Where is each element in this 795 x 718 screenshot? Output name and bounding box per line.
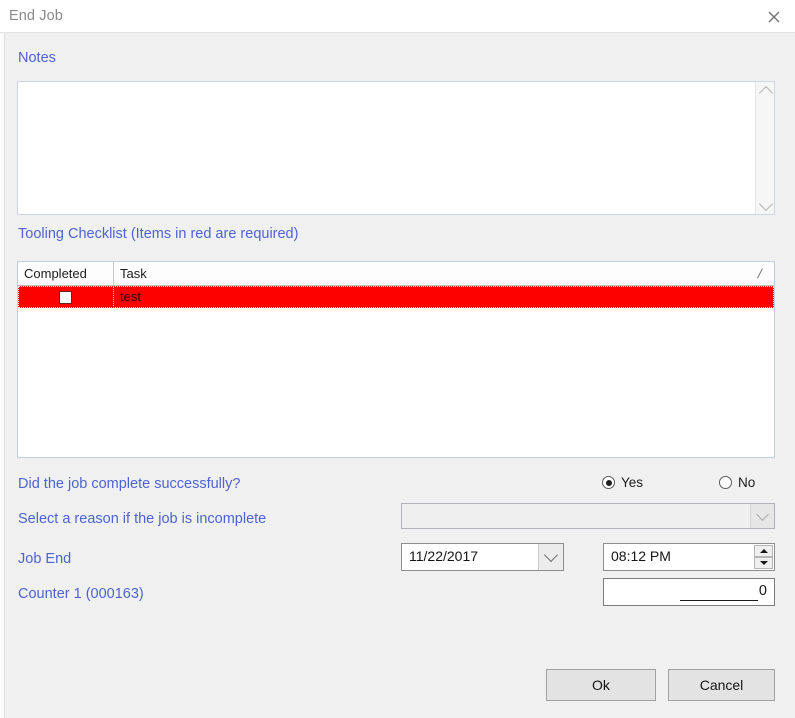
dialog-titlebar: End Job xyxy=(0,0,795,33)
spinner-down-icon[interactable] xyxy=(754,557,773,569)
job-end-label: Job End xyxy=(18,551,72,567)
ok-button[interactable]: Ok xyxy=(546,669,656,701)
chevron-down-icon[interactable] xyxy=(756,196,775,214)
counter-1-label: Counter 1 (000163) xyxy=(18,586,144,602)
radio-yes-indicator[interactable] xyxy=(602,476,615,489)
notes-field-container xyxy=(17,81,775,215)
counter-1-input[interactable]: 0 xyxy=(603,578,775,606)
column-header-task[interactable]: Task xyxy=(114,262,774,285)
job-end-date-value: 11/22/2017 xyxy=(409,548,479,564)
column-header-completed[interactable]: Completed xyxy=(18,262,114,285)
tooling-checklist-grid: Completed Task / test xyxy=(17,261,775,458)
job-end-time-value: 08:12 PM xyxy=(611,548,671,564)
chevron-down-icon[interactable] xyxy=(750,504,774,528)
notes-scrollbar[interactable] xyxy=(755,82,774,214)
notes-input[interactable] xyxy=(18,82,756,214)
radio-no[interactable]: No xyxy=(719,475,755,495)
table-row[interactable]: test xyxy=(18,286,774,308)
tooling-checklist-label: Tooling Checklist (Items in red are requ… xyxy=(18,226,299,242)
radio-no-label: No xyxy=(738,475,756,490)
notes-label: Notes xyxy=(18,50,56,66)
radio-yes-label: Yes xyxy=(621,475,644,490)
grid-header-row: Completed Task / xyxy=(18,262,774,286)
close-icon[interactable] xyxy=(761,5,787,29)
dialog-title: End Job xyxy=(9,8,63,24)
radio-yes[interactable]: Yes xyxy=(602,475,643,495)
reason-label: Select a reason if the job is incomplete xyxy=(18,511,267,527)
job-end-time-picker[interactable]: 08:12 PM xyxy=(603,543,775,571)
row-cell-completed[interactable] xyxy=(18,286,114,308)
calendar-dropdown-icon[interactable] xyxy=(538,544,563,570)
reason-select[interactable] xyxy=(401,503,775,529)
chevron-up-icon[interactable] xyxy=(756,82,775,100)
job-end-date-picker[interactable]: 11/22/2017 xyxy=(401,543,564,571)
spinner-up-icon[interactable] xyxy=(754,545,773,557)
job-success-question-label: Did the job complete successfully? xyxy=(18,476,241,492)
time-spinner[interactable] xyxy=(754,545,773,569)
counter-1-value: 0 xyxy=(758,583,767,599)
cancel-button[interactable]: Cancel xyxy=(668,669,775,701)
radio-no-indicator[interactable] xyxy=(719,476,732,489)
task-completed-checkbox[interactable] xyxy=(59,290,72,304)
counter-text-underline xyxy=(680,599,758,601)
window-left-edge xyxy=(0,0,5,718)
row-cell-task: test xyxy=(120,289,141,304)
